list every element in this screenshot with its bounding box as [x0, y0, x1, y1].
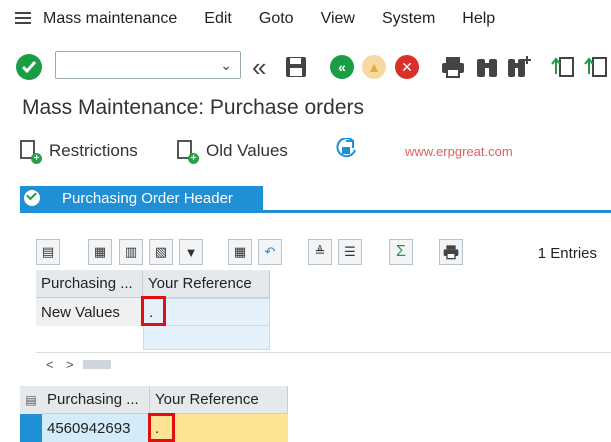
highlight-box	[148, 413, 175, 442]
old-values-label: Old Values	[206, 141, 288, 160]
previous-page-button[interactable]	[582, 54, 608, 80]
old-values-button[interactable]: + Old Values	[177, 140, 288, 164]
details-button[interactable]: ▤	[36, 239, 60, 265]
undo-button[interactable]: ↶	[258, 239, 282, 265]
tab-purchasing-order-header[interactable]: Purchasing Order Header	[20, 186, 263, 210]
table-icon: ▦	[233, 244, 247, 259]
save-icon	[286, 57, 306, 77]
select-block-button[interactable]: ▥	[119, 239, 143, 265]
scroll-left-icon[interactable]: <	[46, 357, 54, 372]
menu-mass-maintenance[interactable]: Mass maintenance	[43, 10, 177, 28]
cancel-button[interactable]: ✕	[395, 54, 419, 80]
sort-ascending-icon: ≜	[314, 244, 326, 259]
restrictions-button[interactable]: + Restrictions	[20, 140, 138, 164]
first-page-button[interactable]	[549, 54, 575, 80]
row-label-new-values: New Values	[36, 298, 143, 326]
checkmark-icon	[24, 190, 40, 206]
horizontal-scrollbar[interactable]: < >	[36, 352, 611, 376]
binoculars-icon	[477, 59, 497, 77]
cancel-icon: ✕	[395, 55, 419, 79]
command-field[interactable]: ⌄	[55, 51, 241, 79]
sum-button[interactable]: Σ	[389, 239, 413, 265]
print-button[interactable]	[440, 54, 466, 80]
find-next-button[interactable]	[506, 54, 532, 80]
refresh-button[interactable]	[334, 138, 358, 162]
watermark-text: www.erpgreat.com	[405, 144, 513, 159]
standard-toolbar: ⌄ « « ▲ ✕	[0, 46, 611, 88]
sort-descending-button[interactable]: ☰	[338, 239, 362, 265]
find-button[interactable]	[474, 54, 500, 80]
back-icon: «	[330, 55, 354, 79]
menu-edit[interactable]: Edit	[204, 10, 232, 28]
filter-icon: ▼	[184, 244, 198, 260]
carry-out-button[interactable]: ▦	[228, 239, 252, 265]
row-selector[interactable]	[20, 414, 42, 442]
entries-count: 1 Entries	[537, 245, 597, 262]
scroll-right-icon[interactable]: >	[66, 357, 74, 372]
sum-icon: Σ	[396, 243, 406, 260]
printer-icon	[442, 57, 464, 78]
highlight-box	[141, 296, 166, 326]
column-header-purchasing[interactable]: Purchasing ...	[42, 386, 150, 414]
chevron-down-icon[interactable]: ⌄	[220, 57, 232, 74]
checkmark-icon	[21, 61, 37, 74]
tab-label: Purchasing Order Header	[62, 189, 233, 207]
deselect-icon: ▧	[154, 244, 168, 259]
grid-toolbar: ▤ ▦ ▥ ▧ ▼ ▦ ↶ ≜ ☰ Σ 1 Entries	[36, 239, 611, 267]
po-number-cell[interactable]: 4560942693	[42, 414, 150, 442]
sort-descending-icon: ☰	[344, 244, 356, 259]
filter-button[interactable]: ▼	[179, 239, 203, 265]
sort-ascending-button[interactable]: ≜	[308, 239, 332, 265]
menu-goto[interactable]: Goto	[259, 10, 294, 28]
document-add-icon: +	[20, 140, 42, 164]
tab-underline	[20, 210, 611, 213]
menu-system[interactable]: System	[382, 10, 435, 28]
select-block-icon: ▥	[124, 244, 138, 259]
column-header-your-reference[interactable]: Your Reference	[143, 270, 270, 298]
binoculars-plus-icon	[508, 56, 531, 77]
menu-view[interactable]: View	[321, 10, 355, 28]
enter-button[interactable]	[16, 54, 42, 80]
column-settings-icon[interactable]: ▤	[20, 386, 42, 414]
exit-button[interactable]: ▲	[362, 54, 386, 80]
column-header-your-reference[interactable]: Your Reference	[150, 386, 288, 414]
menu-icon[interactable]	[15, 12, 31, 26]
printer-icon	[443, 245, 459, 260]
select-all-button[interactable]: ▦	[88, 239, 112, 265]
page-title: Mass Maintenance: Purchase orders	[22, 96, 364, 119]
select-all-icon: ▦	[93, 244, 107, 259]
empty-grid-cell	[143, 326, 270, 350]
undo-icon: ↶	[264, 244, 276, 259]
menu-bar: Mass maintenance Edit Goto View System H…	[0, 0, 611, 38]
print-grid-button[interactable]	[439, 239, 463, 265]
document-add-icon: +	[177, 140, 199, 164]
application-toolbar: + Restrictions + Old Values	[0, 136, 611, 168]
details-icon: ▤	[41, 244, 55, 259]
page-up-icon	[551, 57, 574, 77]
double-chevron-left-icon[interactable]: «	[252, 52, 266, 82]
column-header-purchasing[interactable]: Purchasing ...	[36, 270, 143, 298]
page-previous-icon	[584, 57, 607, 77]
scroll-thumb[interactable]	[83, 360, 111, 369]
refresh-icon	[336, 138, 356, 158]
deselect-button[interactable]: ▧	[149, 239, 173, 265]
save-button[interactable]	[284, 54, 308, 80]
exit-icon: ▲	[362, 55, 386, 79]
restrictions-label: Restrictions	[49, 141, 138, 160]
menu-help[interactable]: Help	[462, 10, 495, 28]
back-button[interactable]: «	[330, 54, 354, 80]
